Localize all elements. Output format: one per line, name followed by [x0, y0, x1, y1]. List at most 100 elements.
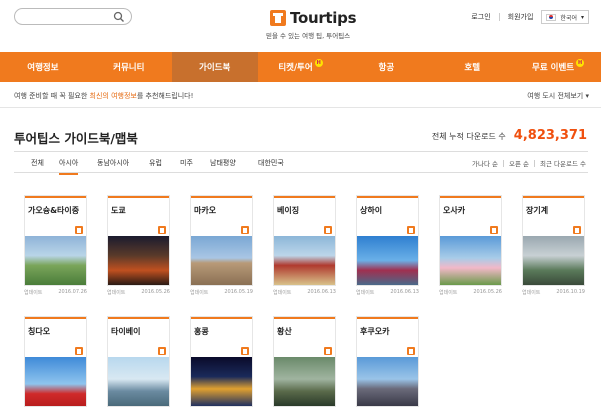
guidebook-card[interactable]: 도쿄업데이트 2016.05.26 — [107, 195, 170, 308]
search-input[interactable] — [14, 8, 132, 25]
guidebook-card[interactable]: 베이징업데이트 2016.06.13 — [273, 195, 336, 308]
language-select[interactable]: 한국어 ▾ — [541, 10, 589, 24]
tab-6[interactable]: 대한민국 — [258, 158, 284, 168]
cover-bar — [523, 196, 584, 198]
nav-item-0[interactable]: 여행정보 — [0, 52, 86, 82]
update-date: 2016.06.13 — [390, 289, 419, 295]
city-photo — [191, 236, 252, 285]
sort-option-0[interactable]: 가나다 순 — [472, 158, 498, 168]
guidebook-cover[interactable]: 장기계 — [522, 195, 585, 286]
city-photo — [191, 357, 252, 406]
guidebook-card[interactable]: 칭다오 — [24, 316, 87, 409]
search-icon[interactable] — [113, 11, 125, 23]
tourtips-badge-icon — [324, 347, 332, 355]
city-name: 베이징 — [277, 206, 300, 215]
guidebook-card[interactable]: 타이베이 — [107, 316, 170, 409]
city-photo — [108, 357, 169, 406]
city-name: 장기계 — [526, 206, 549, 215]
guidebook-cover[interactable]: 오사카 — [439, 195, 502, 286]
update-label: 업데이트 — [24, 290, 43, 296]
nav-item-4[interactable]: 항공 — [343, 52, 429, 82]
sort-options: 가나다 순 오픈 순 최근 다운로드 수 — [472, 158, 586, 168]
tourtips-logo-icon — [270, 10, 286, 26]
cover-bar — [440, 196, 501, 198]
tab-0[interactable]: 전체 — [31, 158, 44, 168]
tab-2[interactable]: 동남아시아 — [97, 158, 129, 168]
guidebook-card[interactable]: 후쿠오카 — [356, 316, 419, 409]
card-meta: 업데이트 2016.06.13 — [273, 289, 336, 296]
guidebook-cover[interactable]: 베이징 — [273, 195, 336, 286]
tourtips-badge-icon — [158, 226, 166, 234]
guidebook-cover[interactable]: 상하이 — [356, 195, 419, 286]
guidebook-card[interactable]: 장기계업데이트 2016.10.19 — [522, 195, 585, 308]
city-name: 홍콩 — [194, 327, 209, 336]
city-name: 상하이 — [360, 206, 383, 215]
notice-post: 를 추천해드립니다! — [136, 92, 194, 100]
guidebook-card[interactable]: 홍콩 — [190, 316, 253, 409]
update-date: 2016.10.19 — [556, 289, 585, 295]
notice-message: 여행 준비할 때 꼭 필요한 최신의 여행정보를 추천해드립니다! — [14, 91, 193, 101]
tab-3[interactable]: 유럽 — [149, 158, 162, 168]
notice-highlight: 최신의 여행정보 — [89, 92, 137, 100]
card-meta: 업데이트 2016.05.26 — [107, 289, 170, 296]
update-date: 2016.05.19 — [224, 289, 253, 295]
sort-option-1[interactable]: 오픈 순 — [509, 158, 529, 168]
guidebook-cover[interactable]: 황산 — [273, 316, 336, 407]
city-name: 타이베이 — [111, 327, 141, 336]
guidebook-cover[interactable]: 타이베이 — [107, 316, 170, 407]
language-label: 한국어 — [560, 14, 577, 22]
guidebook-card[interactable]: 가오슝&타이중업데이트 2016.07.26 — [24, 195, 87, 308]
update-label: 업데이트 — [107, 290, 126, 296]
update-date: 2016.06.13 — [307, 289, 336, 295]
guidebook-cover[interactable]: 칭다오 — [24, 316, 87, 407]
guidebook-cover[interactable]: 마카오 — [190, 195, 253, 286]
cover-bar — [25, 317, 86, 319]
all-cities-link[interactable]: 여행 도시 전체보기 ▾ — [527, 91, 589, 101]
tab-5[interactable]: 남태평양 — [210, 158, 236, 168]
tab-1[interactable]: 아시아 — [59, 158, 79, 175]
cover-bar — [191, 317, 252, 319]
guidebook-card[interactable]: 마카오 업데이트 2016.05.19 — [190, 195, 253, 308]
update-date: 2016.05.26 — [473, 289, 502, 295]
nav-item-label: 항공 — [378, 63, 395, 73]
guidebook-card[interactable]: 황산 — [273, 316, 336, 409]
tab-4[interactable]: 미주 — [180, 158, 193, 168]
nav-item-1[interactable]: 커뮤니티 — [86, 52, 172, 82]
nav-item-label: 호텔 — [464, 63, 481, 73]
city-photo — [25, 357, 86, 406]
city-photo — [440, 236, 501, 285]
tourtips-badge-icon — [407, 226, 415, 234]
update-date: 2016.07.26 — [58, 289, 87, 295]
nav-item-5[interactable]: 호텔 — [429, 52, 515, 82]
guidebook-cover[interactable]: 후쿠오카 — [356, 316, 419, 407]
nav-item-6[interactable]: 무료 이벤트 H — [515, 52, 601, 82]
city-name: 칭다오 — [28, 327, 51, 336]
site-logo[interactable]: Tourtips — [270, 9, 357, 27]
join-link[interactable]: 회원가입 — [508, 12, 534, 22]
nav-item-label: 가이드북 — [199, 63, 231, 73]
nav-item-2[interactable]: 가이드북 — [171, 52, 258, 82]
city-name: 오사카 — [443, 206, 466, 215]
update-label: 업데이트 — [522, 290, 541, 296]
cover-bar — [25, 196, 86, 198]
nav-item-label: 여행정보 — [27, 63, 59, 73]
guidebook-cover[interactable]: 도쿄 — [107, 195, 170, 286]
main-nav: 여행정보 커뮤니티 가이드북 티켓/투어 H 항공 호텔 무료 이벤트 H — [0, 52, 601, 82]
sort-option-2[interactable]: 최근 다운로드 수 — [540, 158, 586, 168]
cover-bar — [274, 317, 335, 319]
nav-item-3[interactable]: 티켓/투어 H — [258, 52, 344, 82]
all-cities-label: 여행 도시 전체보기 — [527, 92, 584, 100]
login-link[interactable]: 로그인 — [471, 12, 490, 22]
update-label: 업데이트 — [356, 290, 375, 296]
guidebook-card[interactable]: 상하이업데이트 2016.06.13 — [356, 195, 419, 308]
download-count: 4,823,371 — [513, 128, 587, 143]
cover-bar — [108, 317, 169, 319]
guidebook-cover[interactable]: 가오슝&타이중 — [24, 195, 87, 286]
guidebook-cover[interactable]: 홍콩 — [190, 316, 253, 407]
city-name: 가오슝&타이중 — [28, 206, 80, 215]
city-photo — [274, 236, 335, 285]
city-name: 황산 — [277, 327, 292, 336]
guidebook-card[interactable]: 오사카 업데이트 2016.05.26 — [439, 195, 502, 308]
tourtips-badge-icon — [490, 226, 498, 234]
divider — [498, 13, 500, 21]
